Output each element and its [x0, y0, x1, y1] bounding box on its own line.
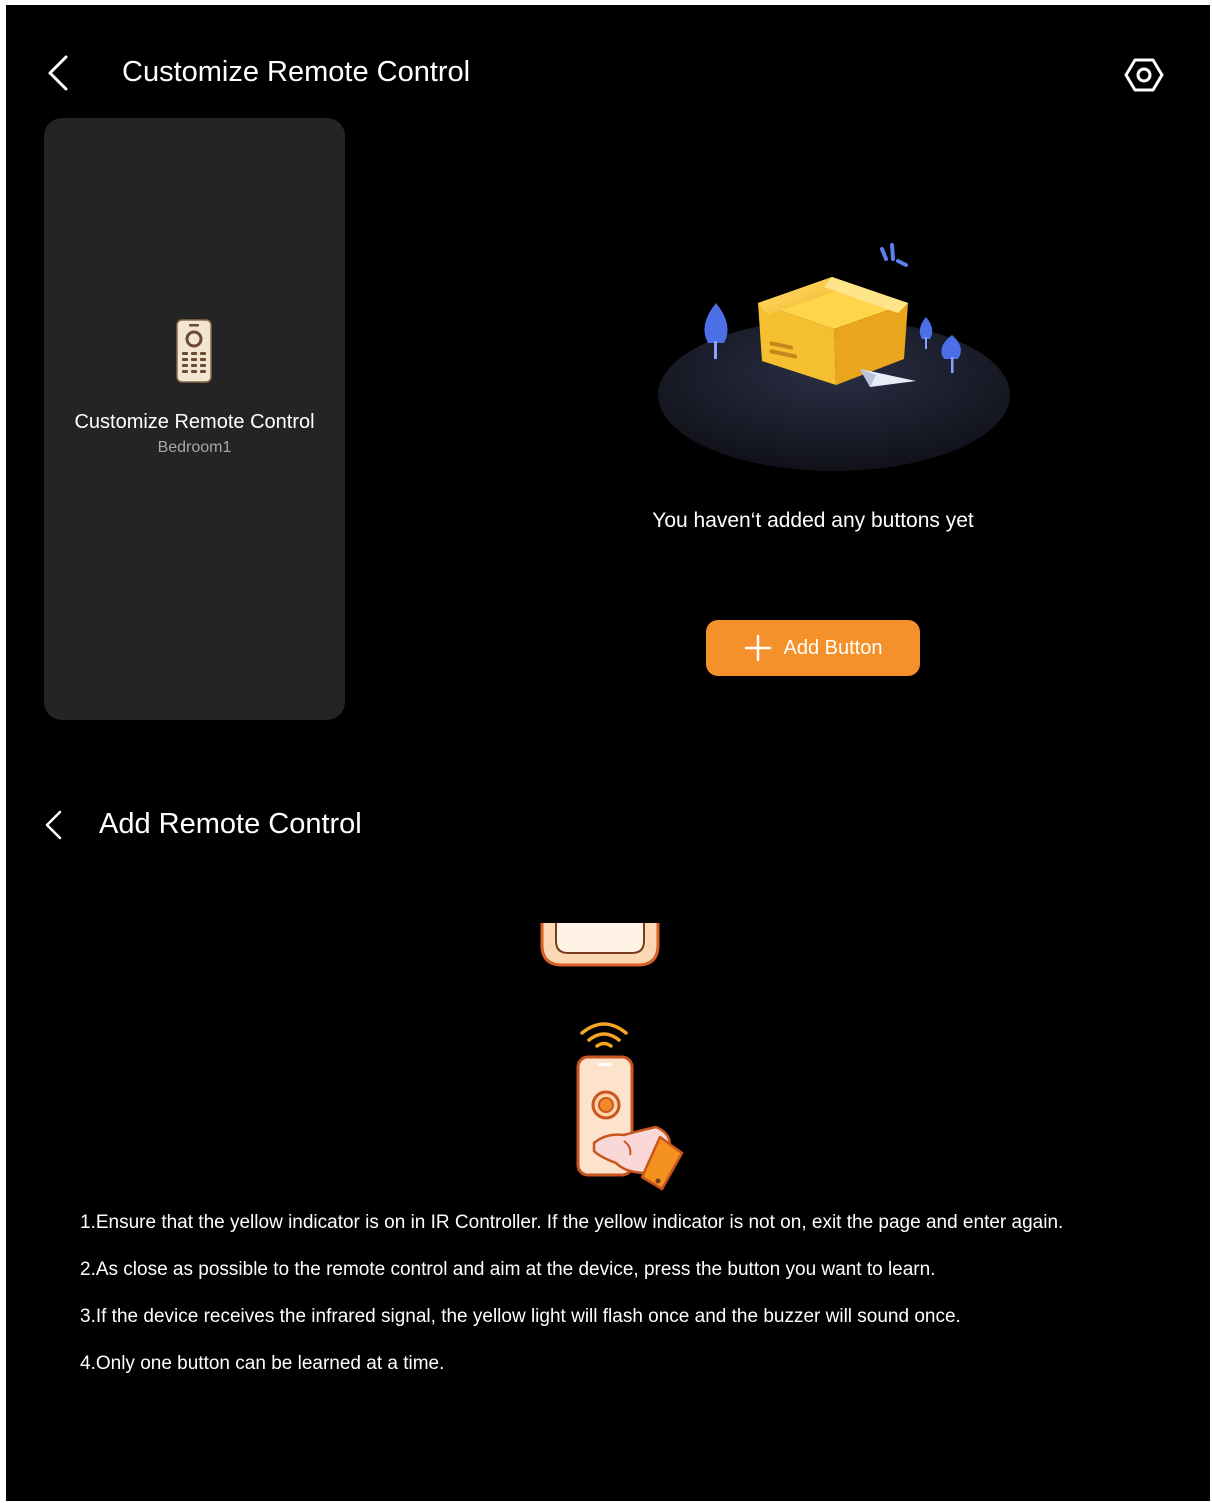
- device-card-room: Bedroom1: [157, 439, 232, 456]
- chevron-left-icon: [48, 55, 68, 91]
- ir-device-illustration: [540, 923, 660, 967]
- back-button[interactable]: [44, 51, 76, 95]
- instruction-item: 2.As close as possible to the remote con…: [80, 1259, 936, 1280]
- instructions-list: 1.Ensure that the yellow indicator is on…: [80, 1209, 1200, 1397]
- add-remote-back-button[interactable]: [42, 806, 66, 844]
- add-remote-title: Add Remote Control: [99, 808, 362, 840]
- add-button-label: Add Button: [783, 637, 883, 659]
- chevron-left-icon: [45, 810, 62, 840]
- instruction-item: 3.If the device receives the infrared si…: [80, 1306, 961, 1327]
- empty-state-message: You haven‘t added any buttons yet: [652, 509, 974, 532]
- plus-icon: [744, 634, 771, 662]
- hand-remote-signal-illustration: [576, 1022, 684, 1191]
- instruction-item: 1.Ensure that the yellow indicator is on…: [80, 1212, 1064, 1233]
- remote-control-icon: [176, 319, 212, 383]
- settings-hexagon-icon: [1124, 58, 1164, 92]
- device-card[interactable]: Customize Remote Control Bedroom1: [44, 118, 345, 720]
- add-button[interactable]: Add Button: [706, 620, 920, 676]
- instruction-item: 4.Only one button can be learned at a ti…: [80, 1353, 445, 1374]
- empty-box-illustration: [658, 243, 1010, 471]
- page-title: Customize Remote Control: [122, 56, 471, 88]
- settings-button[interactable]: [1124, 55, 1164, 95]
- app-screen: Customize Remote Control Customize Remot…: [6, 5, 1210, 1501]
- device-card-title: Customize Remote Control: [74, 411, 315, 433]
